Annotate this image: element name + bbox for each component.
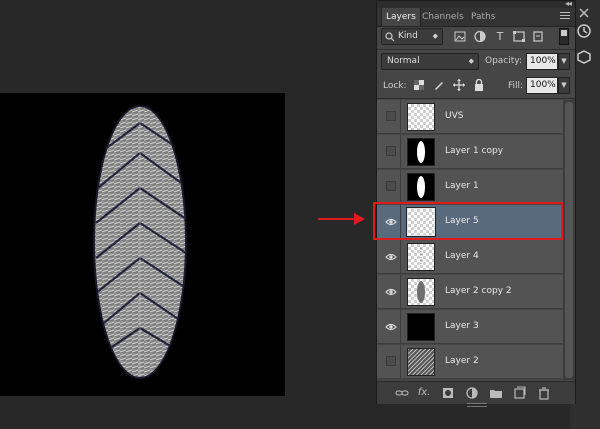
lock-label: Lock:: [383, 81, 407, 91]
visibility-toggle[interactable]: [382, 310, 401, 343]
layer-row[interactable]: Layer 3: [377, 310, 563, 344]
fill-input[interactable]: 100%: [526, 77, 558, 94]
tab-paths[interactable]: Paths: [467, 8, 499, 26]
layer-row[interactable]: Layer 2 copy 2: [377, 275, 563, 309]
search-icon: [385, 32, 395, 42]
annotation-arrow-icon: [318, 213, 365, 225]
fill-dropdown-icon[interactable]: ▼: [558, 77, 570, 94]
opacity-label: Opacity:: [485, 56, 522, 66]
layers-footer: fx.: [377, 381, 575, 404]
lock-position-icon[interactable]: [453, 79, 465, 91]
layer-thumbnail: [407, 313, 435, 341]
panel-tabs: Layers Channels Paths: [377, 8, 575, 27]
eye-icon: [385, 253, 397, 261]
history-icon[interactable]: [575, 22, 593, 40]
layer-thumbnail: [407, 278, 435, 306]
eye-icon: [385, 323, 397, 331]
layers-list: UVS Layer 1 copy Layer 1 Layer 5 Layer 4…: [377, 100, 563, 380]
lock-row: Lock: Fill: 100% ▼: [381, 77, 571, 95]
collapse-panel-button[interactable]: ◂◂: [565, 0, 572, 8]
filter-shape-icon[interactable]: [512, 28, 526, 45]
scrollbar-thumb[interactable]: [565, 102, 573, 378]
panel-menu-icon[interactable]: [560, 12, 570, 21]
tab-layers[interactable]: Layers: [381, 8, 421, 26]
layer-name: Layer 2: [445, 356, 479, 366]
lock-all-icon[interactable]: [473, 79, 485, 91]
layer-name: UVS: [445, 111, 464, 121]
annotation-highlight-box: [373, 202, 563, 240]
blend-row: Normal ◆ Opacity: 100% ▼: [381, 53, 571, 71]
visibility-toggle[interactable]: [382, 135, 401, 168]
layer-row[interactable]: UVS: [377, 100, 563, 134]
visibility-toggle[interactable]: [382, 275, 401, 308]
chevron-down-icon: ◆: [432, 32, 438, 40]
visibility-toggle[interactable]: [382, 240, 401, 273]
layer-row[interactable]: Layer 2: [377, 345, 563, 379]
layer-thumbnail: [407, 243, 435, 271]
layer-row[interactable]: Layer 1: [377, 170, 563, 204]
eye-icon: [385, 288, 397, 296]
close-panel-icon[interactable]: [575, 4, 593, 22]
tab-channels[interactable]: Channels: [418, 8, 468, 26]
new-layer-icon[interactable]: [513, 386, 527, 400]
layer-name: Layer 1 copy: [445, 146, 504, 156]
link-icon[interactable]: [395, 386, 409, 400]
blend-mode-value: Normal: [387, 56, 420, 66]
fill-label: Fill:: [508, 81, 524, 91]
fx-icon[interactable]: fx.: [417, 386, 431, 400]
visibility-toggle[interactable]: [382, 345, 401, 378]
filter-type-icon[interactable]: T: [493, 28, 507, 45]
visibility-toggle[interactable]: [382, 100, 401, 133]
layer-name: Layer 4: [445, 251, 479, 261]
filter-kind-label: Kind: [398, 31, 418, 41]
lock-transparency-icon[interactable]: [413, 79, 425, 91]
group-icon[interactable]: [489, 386, 503, 400]
opacity-input[interactable]: 100%: [526, 53, 558, 70]
visibility-toggle[interactable]: [382, 170, 401, 203]
layer-row[interactable]: Layer 1 copy: [377, 135, 563, 169]
filter-toggle-switch[interactable]: [559, 28, 569, 45]
feather-artwork: [93, 105, 187, 379]
layer-name: Layer 2 copy 2: [445, 286, 512, 296]
filter-adjustment-icon[interactable]: [473, 28, 487, 45]
adjustment-icon[interactable]: [465, 386, 479, 400]
panel-resize-grip[interactable]: [467, 403, 487, 407]
opacity-dropdown-icon[interactable]: ▼: [558, 53, 570, 70]
chevron-down-icon: ◆: [468, 57, 474, 65]
filter-smart-object-icon[interactable]: [531, 28, 545, 45]
layer-thumbnail: [407, 348, 435, 376]
trash-icon[interactable]: [537, 386, 551, 400]
layer-thumbnail: [407, 173, 435, 201]
layer-thumbnail: [407, 103, 435, 131]
3d-panel-icon[interactable]: [575, 48, 593, 66]
layer-filter-row: Kind ◆ T: [381, 28, 571, 46]
layer-name: Layer 1: [445, 181, 479, 191]
layer-row[interactable]: Layer 4: [377, 240, 563, 274]
blend-mode-select[interactable]: Normal ◆: [381, 53, 479, 70]
filter-kind-select[interactable]: Kind ◆: [381, 28, 443, 45]
mask-icon[interactable]: [441, 386, 455, 400]
filter-pixel-icon[interactable]: [453, 28, 467, 45]
panel-titlebar: ◂◂: [377, 0, 575, 8]
document-canvas[interactable]: [0, 93, 285, 396]
lock-pixels-icon[interactable]: [433, 79, 445, 91]
layer-name: Layer 3: [445, 321, 479, 331]
layer-thumbnail: [407, 138, 435, 166]
